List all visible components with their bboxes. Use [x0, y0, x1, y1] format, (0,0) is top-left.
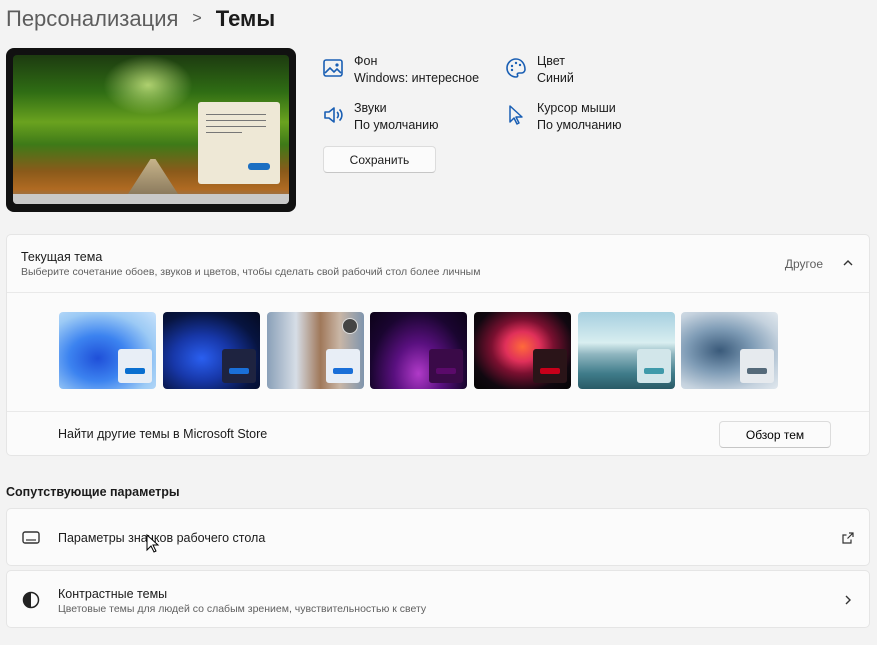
- current-theme-subtitle: Выберите сочетание обоев, звуков и цвето…: [21, 266, 481, 278]
- property-sounds[interactable]: Звуки По умолчанию: [322, 101, 502, 137]
- theme-thumbnail-sunrise[interactable]: [578, 312, 675, 389]
- accent-swatch: [229, 368, 249, 374]
- current-theme-header[interactable]: Текущая тема Выберите сочетание обоев, з…: [7, 235, 869, 293]
- speaker-icon: [324, 107, 343, 123]
- accent-swatch: [540, 368, 560, 374]
- property-value: Windows: интересное: [354, 71, 480, 85]
- preview-taskbar: [13, 194, 289, 204]
- chevron-up-icon[interactable]: [841, 256, 855, 270]
- row-subtitle: Цветовые темы для людей со слабым зрение…: [58, 603, 427, 615]
- contrast-themes-row[interactable]: Контрастные темы Цветовые темы для людей…: [6, 570, 870, 628]
- store-label: Найти другие темы в Microsoft Store: [58, 427, 268, 441]
- property-color[interactable]: Цвет Синий: [505, 54, 685, 90]
- property-value: Синий: [537, 71, 574, 85]
- palette-icon: [506, 58, 526, 78]
- browse-themes-button[interactable]: Обзор тем: [719, 421, 831, 448]
- open-external-icon: [842, 532, 854, 544]
- theme-store-row: Найти другие темы в Microsoft Store Обзо…: [7, 411, 869, 456]
- related-settings-title: Сопутствующие параметры: [6, 485, 180, 499]
- current-theme-card: Текущая тема Выберите сочетание обоев, з…: [6, 234, 870, 456]
- theme-thumbnail-windows-spotlight[interactable]: [267, 312, 364, 389]
- theme-thumbnail-glow[interactable]: [370, 312, 467, 389]
- image-icon: [323, 59, 343, 77]
- current-theme-state: Другое: [784, 257, 823, 271]
- property-value: По умолчанию: [537, 118, 622, 132]
- breadcrumb-separator: >: [192, 10, 202, 27]
- preview-window: [198, 102, 280, 184]
- mouse-cursor-icon: [146, 534, 160, 553]
- accent-swatch: [436, 368, 456, 374]
- save-button[interactable]: Сохранить: [323, 146, 436, 173]
- property-value: По умолчанию: [354, 118, 439, 132]
- theme-thumbnail-windows-dark[interactable]: [163, 312, 260, 389]
- property-title: Курсор мыши: [537, 101, 616, 115]
- preview-wallpaper: [13, 55, 289, 204]
- desktop-icon-settings-row[interactable]: Параметры значков рабочего стола: [6, 508, 870, 566]
- row-title: Контрастные темы: [58, 587, 168, 601]
- accent-swatch: [125, 368, 145, 374]
- accent-swatch: [747, 368, 767, 374]
- property-title: Звуки: [354, 101, 387, 115]
- property-title: Цвет: [537, 54, 566, 68]
- pointer-icon: [509, 105, 523, 125]
- accent-swatch: [644, 368, 664, 374]
- theme-thumbnail-captured-motion[interactable]: [474, 312, 571, 389]
- theme-thumbnail-flow[interactable]: [681, 312, 778, 389]
- contrast-icon: [22, 591, 40, 609]
- monitor-icon: [22, 531, 40, 544]
- property-cursor[interactable]: Курсор мыши По умолчанию: [505, 101, 685, 137]
- breadcrumb: Персонализация > Темы: [6, 4, 275, 34]
- chevron-right-icon: [845, 595, 851, 605]
- spotlight-badge-icon: [342, 318, 358, 334]
- page-title: Темы: [215, 6, 276, 31]
- current-theme-title: Текущая тема: [21, 250, 103, 264]
- theme-preview: [6, 48, 296, 212]
- breadcrumb-parent[interactable]: Персонализация: [6, 6, 178, 32]
- accent-swatch: [333, 368, 353, 374]
- property-background[interactable]: Фон Windows: интересное: [322, 54, 502, 90]
- property-title: Фон: [354, 54, 378, 68]
- row-title: Параметры значков рабочего стола: [58, 531, 266, 545]
- theme-thumbnail-windows-light[interactable]: [59, 312, 156, 389]
